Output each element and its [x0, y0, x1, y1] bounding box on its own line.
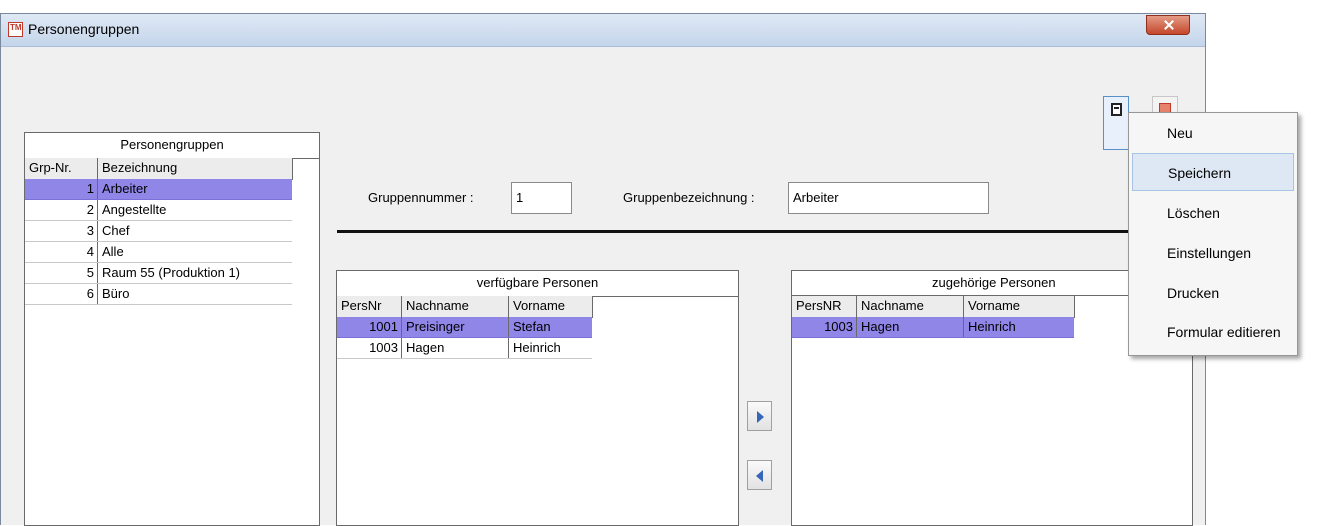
group-name-label: Gruppenbezeichnung : — [623, 190, 755, 205]
group-cell-nr: 1 — [25, 179, 98, 199]
group-cell-nr: 2 — [25, 200, 98, 220]
menu-item-einstellungen[interactable]: Einstellungen — [1132, 234, 1294, 272]
group-cell-name: Alle — [102, 244, 124, 259]
col-grp-nr[interactable]: Grp-Nr. — [25, 158, 98, 179]
available-person-cell-nr: 1003 — [337, 338, 402, 358]
document-icon — [1111, 103, 1122, 116]
group-row[interactable]: 2 Angestellte — [25, 200, 292, 221]
group-row[interactable]: 4 Alle — [25, 242, 292, 263]
assigned-person-cell-first: Heinrich — [968, 319, 1016, 334]
group-cell-name: Angestellte — [102, 202, 167, 217]
available-grid-header: PersNr Nachname Vorname — [337, 296, 593, 318]
group-cell-name: Arbeiter — [102, 181, 148, 196]
available-person-cell-nr: 1001 — [337, 317, 402, 337]
menu-item-formular-editieren[interactable]: Formular editieren — [1132, 313, 1294, 351]
col-persnr-assigned[interactable]: PersNR — [792, 296, 857, 317]
add-person-button[interactable] — [747, 401, 772, 431]
group-cell-name: Raum 55 (Produktion 1) — [102, 265, 241, 280]
group-row[interactable]: 6 Büro — [25, 284, 292, 305]
available-person-cell-first: Stefan — [513, 319, 551, 334]
title-bar[interactable]: TM Personengruppen — [1, 14, 1205, 47]
separator-line — [337, 230, 1203, 233]
groups-panel: Personengruppen Grp-Nr. Bezeichnung 1 Arb… — [24, 132, 320, 526]
group-number-label: Gruppennummer : — [368, 190, 474, 205]
group-cell-name: Chef — [102, 223, 130, 238]
group-row[interactable]: 1 Arbeiter — [25, 179, 292, 200]
available-person-cell-first: Heinrich — [513, 340, 561, 355]
available-person-row[interactable]: 1001 Preisinger Stefan — [337, 317, 592, 338]
context-menu: Neu Speichern Löschen Einstellungen Druc… — [1128, 112, 1298, 356]
assigned-person-cell-last: Hagen — [857, 317, 964, 337]
col-persnr[interactable]: PersNr — [337, 296, 402, 317]
window-title: Personengruppen — [28, 21, 140, 37]
col-vorname-assigned[interactable]: Vorname — [964, 296, 1074, 317]
col-bezeichnung[interactable]: Bezeichnung — [98, 158, 292, 179]
remove-person-button[interactable] — [747, 460, 772, 490]
menu-item-speichern[interactable]: Speichern — [1132, 153, 1294, 191]
groups-grid-header: Grp-Nr. Bezeichnung — [25, 158, 293, 180]
group-cell-nr: 3 — [25, 221, 98, 241]
assigned-person-cell-nr: 1003 — [792, 317, 857, 337]
group-cell-nr: 5 — [25, 263, 98, 283]
personengruppen-window: TM Personengruppen Personengruppen Grp-N… — [0, 13, 1206, 526]
menu-item-loeschen[interactable]: Löschen — [1132, 194, 1294, 232]
app-icon: TM — [8, 22, 23, 37]
available-persons-panel: verfügbare Personen PersNr Nachname Vorn… — [336, 270, 739, 526]
col-nachname[interactable]: Nachname — [402, 296, 509, 317]
group-cell-name: Büro — [102, 286, 130, 301]
col-vorname[interactable]: Vorname — [509, 296, 592, 317]
group-cell-nr: 4 — [25, 242, 98, 262]
assigned-person-row[interactable]: 1003 Hagen Heinrich — [792, 317, 1074, 338]
group-row[interactable]: 5 Raum 55 (Produktion 1) — [25, 263, 292, 284]
available-person-cell-last: Preisinger — [402, 317, 509, 337]
groups-panel-title: Personengruppen — [25, 133, 319, 159]
group-cell-nr: 6 — [25, 284, 98, 304]
group-number-field[interactable]: 1 — [511, 182, 572, 214]
menu-item-neu[interactable]: Neu — [1132, 114, 1294, 152]
available-persons-title: verfügbare Personen — [337, 271, 738, 297]
col-nachname-assigned[interactable]: Nachname — [857, 296, 964, 317]
menu-button[interactable] — [1103, 96, 1129, 150]
group-name-field[interactable]: Arbeiter — [788, 182, 989, 214]
available-person-row[interactable]: 1003 Hagen Heinrich — [337, 338, 592, 359]
assigned-grid-header: PersNR Nachname Vorname — [792, 296, 1075, 318]
close-button[interactable] — [1146, 15, 1190, 35]
available-person-cell-last: Hagen — [402, 338, 509, 358]
menu-item-drucken[interactable]: Drucken — [1132, 274, 1294, 312]
group-row[interactable]: 3 Chef — [25, 221, 292, 242]
